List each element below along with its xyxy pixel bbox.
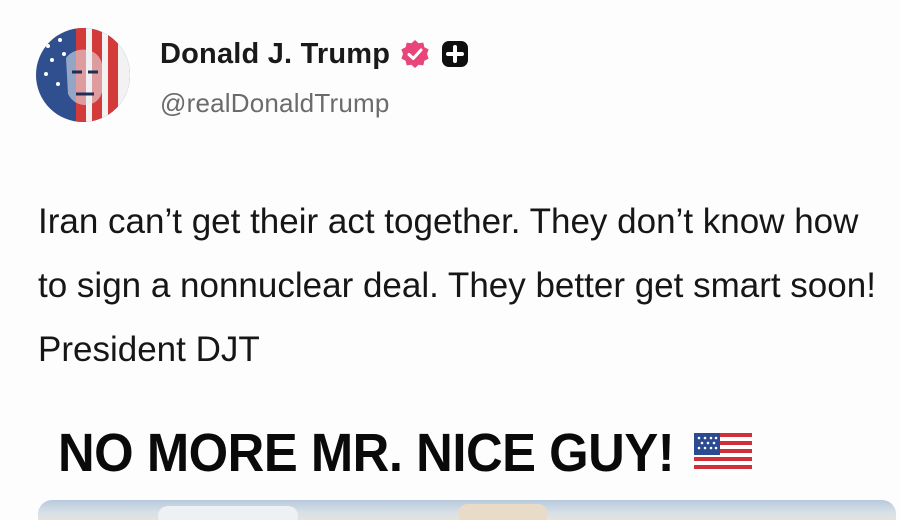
us-flag-icon: [693, 433, 752, 473]
verified-badge-icon: [400, 39, 430, 69]
media-headline-row: NO MORE MR. NICE GUY!: [58, 422, 752, 484]
media-image-preview[interactable]: [38, 500, 896, 520]
author-name-row: Donald J. Trump: [160, 36, 470, 72]
media-image-cloud: [158, 506, 298, 520]
media-image-detail: [458, 504, 548, 520]
post-text: Iran can’t get their act together. They …: [38, 202, 876, 369]
flag-portrait-avatar-icon: [36, 28, 130, 122]
author-handle[interactable]: @realDonaldTrump: [160, 88, 390, 119]
author-avatar[interactable]: [36, 28, 130, 122]
plus-badge-icon: [440, 39, 470, 69]
media-headline: NO MORE MR. NICE GUY!: [58, 423, 675, 483]
author-display-name[interactable]: Donald J. Trump: [160, 38, 390, 71]
